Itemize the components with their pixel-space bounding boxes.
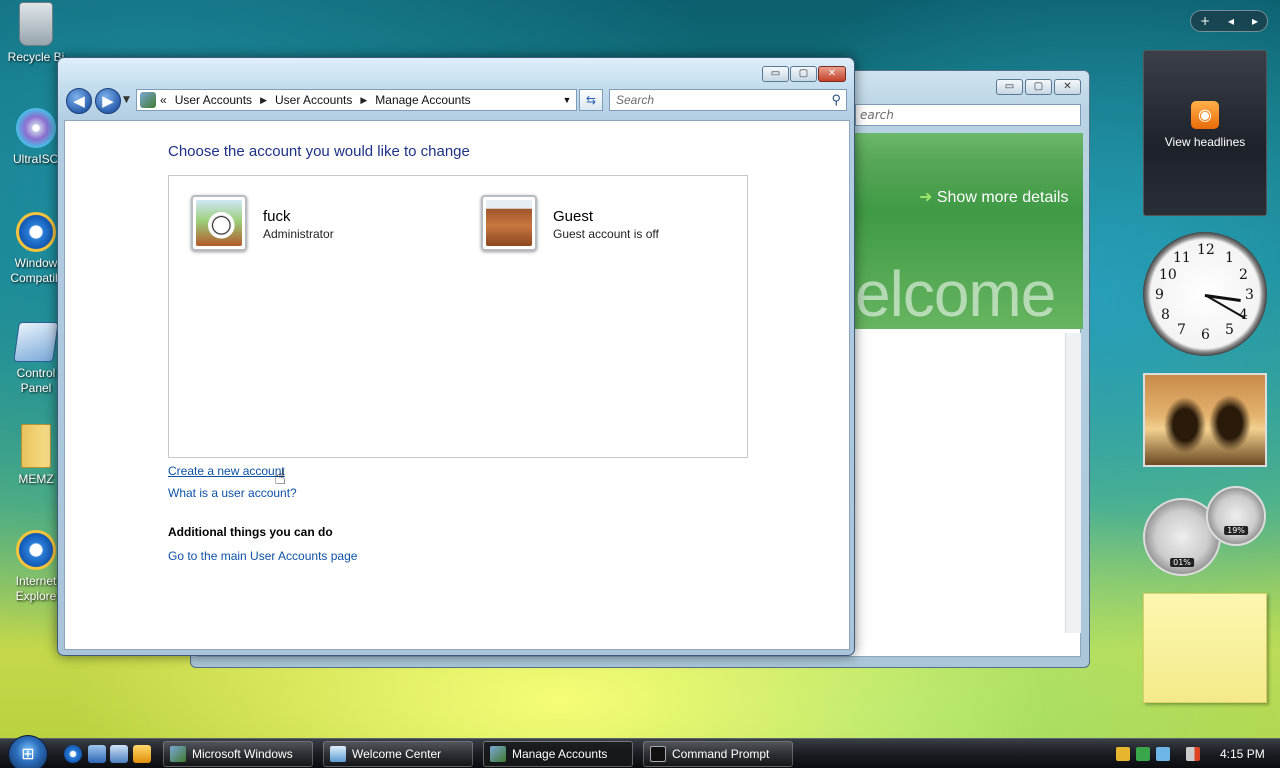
forward-button[interactable]: ▶ — [95, 88, 121, 114]
next-gadget-button[interactable]: ▸ — [1252, 14, 1258, 28]
breadcrumb-user-accounts-2[interactable]: User Accounts — [275, 93, 352, 107]
user-accounts-icon — [140, 92, 156, 108]
taskbar-button-welcome-center[interactable]: Welcome Center — [323, 741, 473, 767]
quicklaunch-switch-windows-icon[interactable] — [110, 745, 128, 763]
clock-number: 6 — [1201, 327, 1210, 343]
manage-accounts-window[interactable]: ▭ ▢ ✕ ◀ ▶ ▼ « User Accounts ▶ User Accou… — [57, 57, 855, 656]
windows-logo-icon: ⊞ — [21, 744, 35, 763]
refresh-icon: ⇆ — [585, 93, 597, 107]
bg-close-button[interactable]: ✕ — [1054, 79, 1081, 95]
network-icon[interactable] — [1156, 747, 1170, 761]
arrow-right-icon: ➜ — [919, 189, 937, 206]
sidebar-tray-icon[interactable] — [1136, 747, 1150, 761]
folder-icon — [21, 424, 51, 468]
slideshow-gadget[interactable] — [1143, 373, 1267, 467]
taskbar-clock[interactable]: 4:15 PM — [1220, 747, 1265, 761]
clock-number: 12 — [1197, 242, 1215, 258]
breadcrumb-user-accounts[interactable]: User Accounts — [175, 93, 252, 107]
clock-gadget[interactable]: 12 1 2 3 4 5 6 7 8 9 10 11 — [1143, 232, 1267, 356]
account-name: Guest — [553, 208, 594, 225]
prev-gadget-button[interactable]: ◂ — [1228, 14, 1234, 28]
recent-pages-dropdown-icon[interactable]: ▼ — [123, 95, 130, 105]
address-overflow[interactable]: « — [160, 93, 167, 107]
rss-icon: ◉ — [1191, 101, 1219, 129]
welcome-center-icon — [330, 746, 346, 762]
user-accounts-icon — [170, 746, 186, 762]
start-button[interactable]: ⊞ — [8, 735, 48, 768]
account-role: Administrator — [263, 227, 334, 241]
notification-area: 4:15 PM — [1108, 741, 1278, 767]
clock-number: 11 — [1173, 250, 1191, 266]
back-button[interactable]: ◀ — [66, 88, 92, 114]
search-icon[interactable]: ⚲ — [831, 92, 841, 108]
bg-maximize-button[interactable]: ▢ — [1025, 79, 1052, 95]
account-tile-fuck[interactable]: fuck Administrator — [191, 195, 334, 251]
clock-number: 3 — [1245, 287, 1254, 303]
breadcrumb-manage-accounts[interactable]: Manage Accounts — [375, 93, 470, 107]
create-new-account-link[interactable]: Create a new account — [168, 464, 285, 478]
volume-muted-icon[interactable] — [1186, 747, 1200, 761]
clock-number: 5 — [1225, 322, 1234, 338]
sticky-note-gadget[interactable] — [1143, 593, 1267, 703]
quicklaunch-show-desktop-icon[interactable] — [88, 745, 106, 763]
account-list: fuck Administrator Guest Guest account i… — [168, 175, 748, 458]
bg-caption-buttons: ▭ ▢ ✕ — [996, 79, 1081, 95]
taskbar-button-microsoft-windows[interactable]: Microsoft Windows — [163, 741, 313, 767]
ultraiso-icon — [16, 108, 56, 148]
taskbar-button-manage-accounts[interactable]: Manage Accounts — [483, 741, 633, 767]
breadcrumb-arrow-icon[interactable]: ▶ — [260, 95, 267, 106]
caption-buttons: ▭ ▢ ✕ — [762, 66, 846, 82]
cpu-meter-value: 01% — [1170, 558, 1194, 567]
welcome-banner-word: elcome — [855, 258, 1056, 330]
user-accounts-icon — [490, 746, 506, 762]
bg-search-input[interactable]: earch — [855, 104, 1081, 126]
show-more-details-link[interactable]: ➜ Show more details — [919, 187, 1068, 207]
bg-minimize-button[interactable]: ▭ — [996, 79, 1023, 95]
internet-explorer-icon — [16, 212, 56, 252]
control-panel-icon — [13, 322, 59, 362]
address-bar[interactable]: « User Accounts ▶ User Accounts ▶ Manage… — [136, 89, 577, 111]
command-prompt-icon — [650, 746, 666, 762]
page-title: Choose the account you would like to cha… — [168, 143, 470, 160]
briefcase-picture — [486, 200, 532, 246]
clock-number: 7 — [1177, 322, 1186, 338]
clock-number: 8 — [1161, 307, 1170, 323]
close-button[interactable]: ✕ — [818, 66, 846, 82]
soccer-ball-picture — [196, 200, 242, 246]
internet-explorer-icon — [16, 530, 56, 570]
security-shield-icon[interactable] — [1116, 747, 1130, 761]
content-pane: Choose the account you would like to cha… — [64, 120, 850, 650]
account-name: fuck — [263, 208, 291, 225]
taskbar: ⊞ Microsoft Windows Welcome Center Manag… — [0, 735, 1280, 768]
view-headlines-label[interactable]: View headlines — [1144, 135, 1266, 149]
clock-number: 1 — [1225, 250, 1234, 266]
clock-number: 10 — [1159, 267, 1177, 283]
maximize-button[interactable]: ▢ — [790, 66, 817, 82]
address-dropdown-icon[interactable]: ▼ — [558, 90, 576, 110]
sidebar-controls: + ◂ ▸ — [1190, 10, 1268, 32]
search-input[interactable]: Search ⚲ — [609, 89, 847, 111]
clock-number: 9 — [1155, 287, 1164, 303]
refresh-button[interactable]: ⇆ — [579, 89, 603, 111]
account-role: Guest account is off — [553, 227, 659, 241]
hand-cursor-icon: ☝ — [274, 465, 287, 489]
account-picture — [481, 195, 537, 251]
add-gadget-button[interactable]: + — [1200, 14, 1210, 28]
desktop-icon-recycle-bin[interactable]: Recycle Bi — [0, 2, 72, 65]
feed-headlines-gadget[interactable]: ◉ View headlines — [1143, 50, 1267, 216]
quicklaunch-internet-explorer-icon[interactable] — [64, 745, 82, 763]
additional-things-heading: Additional things you can do — [168, 525, 333, 539]
account-picture — [191, 195, 247, 251]
recycle-bin-icon — [19, 2, 53, 46]
account-tile-guest[interactable]: Guest Guest account is off — [481, 195, 659, 251]
taskbar-button-command-prompt[interactable]: Command Prompt — [643, 741, 793, 767]
bg-scrollbar[interactable] — [1065, 333, 1081, 633]
memory-meter-gadget[interactable]: 19% — [1206, 486, 1266, 546]
memory-meter-value: 19% — [1224, 526, 1248, 535]
main-user-accounts-page-link[interactable]: Go to the main User Accounts page — [168, 549, 357, 563]
minimize-button[interactable]: ▭ — [762, 66, 789, 82]
breadcrumb-arrow-icon[interactable]: ▶ — [360, 95, 367, 106]
quicklaunch-media-player-icon[interactable] — [133, 745, 151, 763]
clock-number: 2 — [1239, 267, 1248, 283]
